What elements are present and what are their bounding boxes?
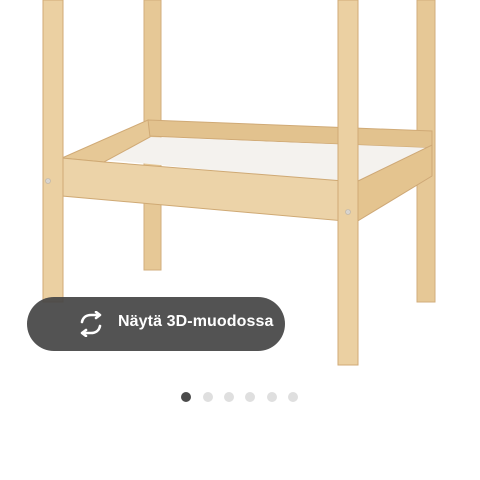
- carousel-dot-2[interactable]: [203, 392, 213, 402]
- carousel-dot-1[interactable]: [181, 392, 191, 402]
- front-right-leg: [337, 0, 359, 366]
- carousel-dot-3[interactable]: [224, 392, 234, 402]
- screw: [345, 209, 351, 215]
- carousel-dot-5[interactable]: [267, 392, 277, 402]
- screw: [45, 178, 51, 184]
- view-3d-button[interactable]: Näytä 3D-muodossa: [27, 297, 285, 351]
- rotate-arrows-icon: [80, 311, 102, 337]
- carousel-pagination: [0, 392, 480, 404]
- carousel-dot-6[interactable]: [288, 392, 298, 402]
- product-image-carousel[interactable]: Näytä 3D-muodossa: [0, 0, 480, 380]
- front-left-leg: [42, 0, 64, 303]
- carousel-dot-4[interactable]: [245, 392, 255, 402]
- view-3d-label: Näytä 3D-muodossa: [118, 313, 274, 330]
